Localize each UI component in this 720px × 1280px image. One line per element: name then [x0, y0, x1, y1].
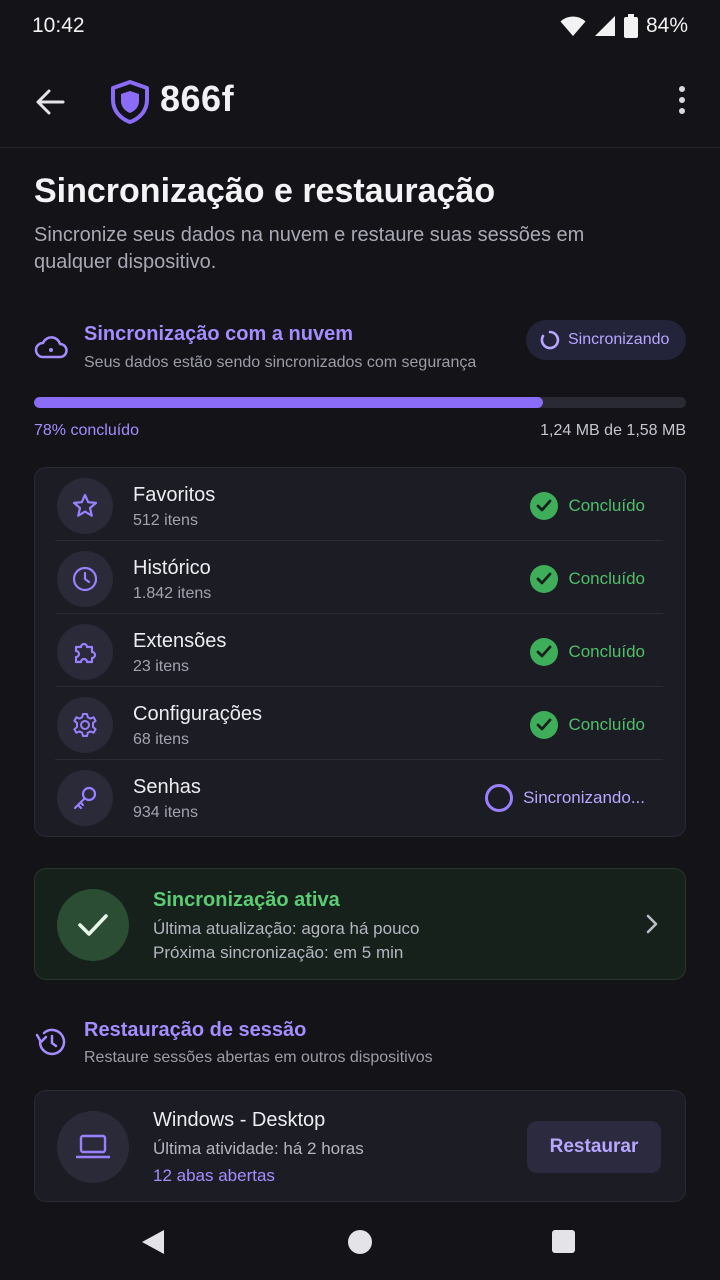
item-status-label: Concluído [568, 496, 645, 515]
clock-icon [72, 566, 98, 592]
list-item[interactable]: Senhas 934 itens Sincronizando... [35, 760, 685, 833]
status-time: 10:42 [32, 14, 85, 37]
item-count: 68 itens [133, 731, 190, 748]
back-button[interactable] [30, 82, 70, 122]
shield-icon [111, 80, 149, 124]
item-status: Sincronizando... [485, 784, 645, 812]
page-title: Sincronização e restauração [34, 172, 496, 210]
list-item[interactable]: Favoritos 512 itens Concluído [35, 468, 685, 541]
session-restore-title: Restauração de sessão [84, 1019, 307, 1041]
item-name: Histórico [133, 557, 211, 579]
system-nav-bar [0, 1204, 720, 1280]
device-open-tabs[interactable]: 12 abas abertas [153, 1166, 275, 1186]
more-options-button[interactable] [666, 80, 698, 120]
active-sync-title: Sincronização ativa [153, 889, 340, 911]
last-update: Última atualização: agora há pouco [153, 919, 420, 938]
item-status-label: Sincronizando... [523, 788, 645, 807]
progress-ring-icon [485, 784, 514, 812]
cloud-icon [34, 336, 68, 359]
puzzle-icon [74, 642, 97, 664]
item-icon-wrap [57, 551, 113, 607]
status-bar: 10:42 84% [0, 0, 720, 52]
item-status: Concluído [530, 565, 645, 593]
sync-items-card: Favoritos 512 itens Concluído Histórico … [34, 467, 686, 837]
active-sync-card[interactable]: Sincronização ativa Última atualização: … [34, 868, 686, 980]
laptop-icon [57, 1111, 129, 1183]
signal-icon [594, 16, 615, 36]
gear-icon [73, 713, 97, 737]
next-sync: Próxima sincronização: em 5 min [153, 943, 404, 962]
item-status-label: Concluído [568, 642, 645, 661]
more-dots-icon [679, 86, 685, 92]
item-status: Concluído [530, 711, 645, 739]
item-status-label: Concluído [568, 569, 645, 588]
item-icon-wrap [57, 770, 113, 826]
restore-button[interactable]: Restaurar [527, 1121, 661, 1173]
progress-size: 1,24 MB de 1,58 MB [540, 422, 686, 439]
battery-percent: 84% [645, 14, 688, 37]
item-status: Concluído [530, 492, 645, 520]
key-icon [73, 786, 97, 810]
progress-label: 78% concluído [34, 422, 139, 439]
item-name: Configurações [133, 703, 262, 725]
status-indicators: 84% [560, 14, 688, 38]
list-item[interactable]: Histórico 1.842 itens Concluído [35, 541, 685, 614]
history-restore-icon [35, 1028, 66, 1056]
app-bar: 866f [0, 52, 720, 148]
nav-recents-icon[interactable] [552, 1230, 575, 1253]
nav-home-icon[interactable] [348, 1230, 372, 1254]
star-icon [72, 493, 98, 517]
check-icon [57, 889, 129, 961]
device-name: Windows - Desktop [153, 1109, 326, 1131]
item-count: 512 itens [133, 512, 198, 529]
nav-back-icon[interactable] [140, 1228, 166, 1256]
sync-status-chip[interactable]: Sincronizando [526, 320, 686, 360]
list-item[interactable]: Extensões 23 itens Concluído [35, 614, 685, 687]
item-icon-wrap [57, 697, 113, 753]
check-circle-icon [530, 492, 559, 520]
list-item[interactable]: Configurações 68 itens Concluído [35, 687, 685, 760]
device-card: Windows - Desktop Última atividade: há 2… [34, 1090, 686, 1202]
check-circle-icon [530, 711, 559, 739]
arrow-left-icon [36, 89, 65, 115]
item-name: Senhas [133, 776, 201, 798]
check-circle-icon [530, 638, 559, 666]
sync-progress-fill [34, 397, 543, 408]
session-restore-description: Restaure sessões abertas em outros dispo… [84, 1049, 433, 1066]
device-activity: Última atividade: há 2 horas [153, 1139, 364, 1158]
item-status-label: Concluído [568, 715, 645, 734]
item-count: 1.842 itens [133, 585, 212, 602]
item-status: Concluído [530, 638, 645, 666]
sync-chip-label: Sincronizando [568, 331, 670, 348]
item-count: 23 itens [133, 658, 190, 675]
cloud-sync-title: Sincronização com a nuvem [84, 323, 353, 345]
cloud-sync-description: Seus dados estão sendo sincronizados com… [84, 354, 477, 371]
item-icon-wrap [57, 624, 113, 680]
page-subtitle: Sincronize seus dados na nuvem e restaur… [34, 224, 585, 273]
brand-name: 866f [160, 78, 235, 119]
item-name: Extensões [133, 630, 227, 652]
battery-icon [623, 14, 638, 38]
chevron-right-icon [646, 914, 658, 934]
check-circle-icon [530, 565, 559, 593]
sync-spinner-icon [540, 330, 560, 350]
item-name: Favoritos [133, 484, 216, 506]
wifi-icon [560, 16, 586, 36]
item-icon-wrap [57, 478, 113, 534]
item-count: 934 itens [133, 804, 198, 821]
sync-progress-bar [34, 397, 686, 408]
